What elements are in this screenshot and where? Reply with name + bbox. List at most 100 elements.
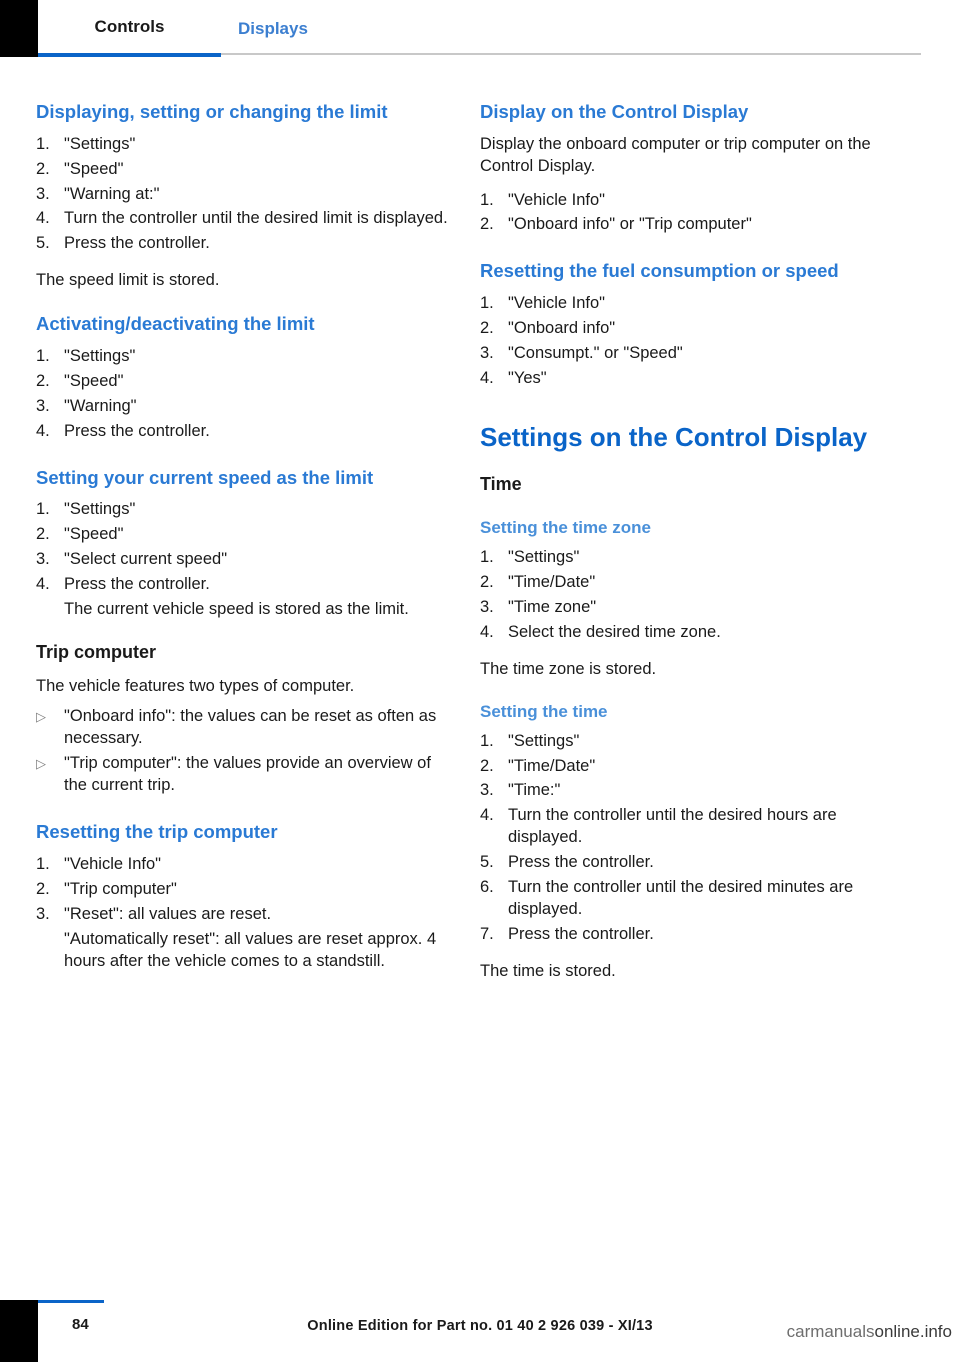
list-item: 2. "Speed" (36, 371, 449, 393)
step-text: Press the controller. (508, 925, 654, 944)
steps-setting-current-speed: 1. "Settings" 2. "Speed" 3. "Select current… (36, 499, 449, 596)
step-text: "Time:" (508, 781, 561, 800)
steps-resetting-trip-computer: 1. "Vehicle Info" 2. "Trip computer" 3. "Re… (36, 854, 449, 926)
list-item: 1. "Settings" (480, 731, 893, 753)
page-title: Settings on the Control Display (480, 421, 868, 452)
list-item: 2. "Onboard info" (480, 318, 893, 340)
para-speed-limit-stored: The speed limit is stored. (36, 271, 220, 290)
list-item: 4. Select the desired time zone. (480, 622, 893, 644)
step-marker: 5. (36, 234, 50, 253)
steps-displaying-setting-limit: 1. "Settings" 2. "Speed" 3. "Warning at:" 4… (36, 134, 449, 256)
list-item: 7. Press the controller. (480, 924, 893, 946)
list-item: 3. "Time:" (480, 780, 893, 802)
step-text: Press the controller. (508, 853, 654, 872)
list-item: 2. "Time/Date" (480, 756, 893, 778)
header-divider (221, 53, 921, 55)
list-item: 4. Press the controller. (36, 421, 449, 443)
step-text: Press the controller. (64, 575, 210, 594)
list-item: 4. Press the controller. (36, 574, 449, 596)
heading-activating-deactivating-limit: Activating/deactivating the limit (36, 313, 315, 335)
heading-setting-time-zone: Setting the time zone (480, 517, 651, 537)
step-text: "Consumpt." or "Speed" (508, 343, 683, 362)
step-marker: 1. (480, 731, 494, 750)
list-item: 3. "Warning at:" (36, 184, 449, 206)
list-item: 3. "Warning" (36, 396, 449, 418)
step-text: Select the desired time zone. (508, 622, 721, 641)
list-item: 3. "Select current speed" (36, 549, 449, 571)
step-marker: 2. (480, 215, 494, 234)
step-marker: 1. (36, 500, 50, 519)
step-marker: 2. (36, 525, 50, 544)
list-item: 4. "Yes" (480, 368, 893, 390)
list-item: ▷ "Trip computer": the values provide an … (36, 753, 449, 797)
list-item: 3. "Reset": all values are reset. (36, 904, 449, 926)
step-text: "Yes" (508, 368, 547, 387)
step-marker: 1. (480, 294, 494, 313)
step-text: "Settings" (508, 547, 580, 566)
step-text: "Select current speed" (64, 550, 228, 569)
right-column: Display on the Control Display Display t… (480, 100, 893, 983)
step-text: Press the controller. (64, 234, 210, 253)
bullets-computer-types: ▷ "Onboard info": the values can be reset… (36, 706, 449, 797)
tab-displays[interactable]: Displays (221, 0, 381, 57)
step-marker: 1. (36, 346, 50, 365)
step-text: Turn the controller until the desired li… (64, 209, 448, 228)
step-marker: 4. (480, 622, 494, 641)
list-item: 4. Turn the controller until the desired … (36, 208, 449, 230)
step-marker: 3. (480, 343, 494, 362)
steps-display-on-control-display: 1. "Vehicle Info" 2. "Onboard info" or "Tr… (480, 190, 893, 237)
list-item: 2. "Speed" (36, 524, 449, 546)
heading-resetting-trip-computer: Resetting the trip computer (36, 821, 278, 843)
step-marker: 6. (480, 878, 494, 897)
step-text: "Trip computer" (64, 879, 177, 898)
list-item: ▷ "Onboard info": the values can be reset… (36, 706, 449, 750)
step-text: "Settings" (64, 500, 136, 519)
step-text: "Settings" (64, 346, 136, 365)
step-marker: 4. (36, 209, 50, 228)
step-text: "Time zone" (508, 597, 597, 616)
list-item: 1. "Settings" (480, 547, 893, 569)
list-item: 2. "Speed" (36, 159, 449, 181)
list-item: 2. "Onboard info" or "Trip computer" (480, 214, 893, 236)
step-text: "Vehicle Info" (508, 294, 606, 313)
step-marker: 3. (480, 781, 494, 800)
tab-controls-label: Controls (94, 16, 165, 36)
step-text: "Warning at:" (64, 184, 160, 203)
list-item: 1. "Settings" (36, 134, 449, 156)
step-text: "Vehicle Info" (64, 854, 162, 873)
list-item: 1. "Settings" (36, 499, 449, 521)
triangle-bullet-icon: ▷ (36, 756, 46, 772)
list-item: 3. "Time zone" (480, 597, 893, 619)
watermark-dark-text: online.info (874, 1322, 952, 1341)
heading-display-on-control-display: Display on the Control Display (480, 101, 749, 122)
heading-setting-current-speed-as-limit: Setting your current speed as the limit (36, 466, 374, 488)
para-display-onboard-computer: Display the onboard computer or trip com… (480, 134, 871, 175)
steps-resetting-fuel-consumption: 1. "Vehicle Info" 2. "Onboard info" 3. "Con… (480, 293, 893, 390)
list-item: 6. Turn the controller until the desired … (480, 877, 893, 921)
step-marker: 2. (480, 572, 494, 591)
triangle-bullet-icon: ▷ (36, 709, 46, 725)
page-header: Controls Displays (0, 0, 960, 60)
step-marker: 5. (480, 853, 494, 872)
list-item: 1. "Vehicle Info" (480, 293, 893, 315)
para-time-zone-stored: The time zone is stored. (480, 659, 657, 678)
step-marker: 3. (36, 396, 50, 415)
bullet-text: "Onboard info": the values can be reset … (64, 707, 437, 748)
heading-resetting-fuel-consumption: Resetting the fuel consumption or speed (480, 260, 839, 282)
heading-trip-computer: Trip computer (36, 642, 157, 663)
step-marker: 4. (36, 421, 50, 440)
step-text: "Time/Date" (508, 756, 596, 775)
step-text: "Speed" (64, 159, 124, 178)
step-marker: 2. (36, 159, 50, 178)
list-item: 5. Press the controller. (480, 852, 893, 874)
watermark: carmanualsonline.info (787, 1322, 952, 1342)
heading-displaying-setting-limit: Displaying, setting or changing the limi… (36, 101, 388, 122)
step-text: "Time/Date" (508, 572, 596, 591)
tab-controls[interactable]: Controls (38, 0, 221, 57)
step-marker: 1. (480, 547, 494, 566)
list-item: 2. "Time/Date" (480, 572, 893, 594)
para-current-speed-stored: The current vehicle speed is stored as t… (64, 600, 409, 619)
watermark-light-text: carmanuals (786, 1322, 875, 1341)
list-item: 3. "Consumpt." or "Speed" (480, 343, 893, 365)
step-text: "Settings" (64, 134, 136, 153)
